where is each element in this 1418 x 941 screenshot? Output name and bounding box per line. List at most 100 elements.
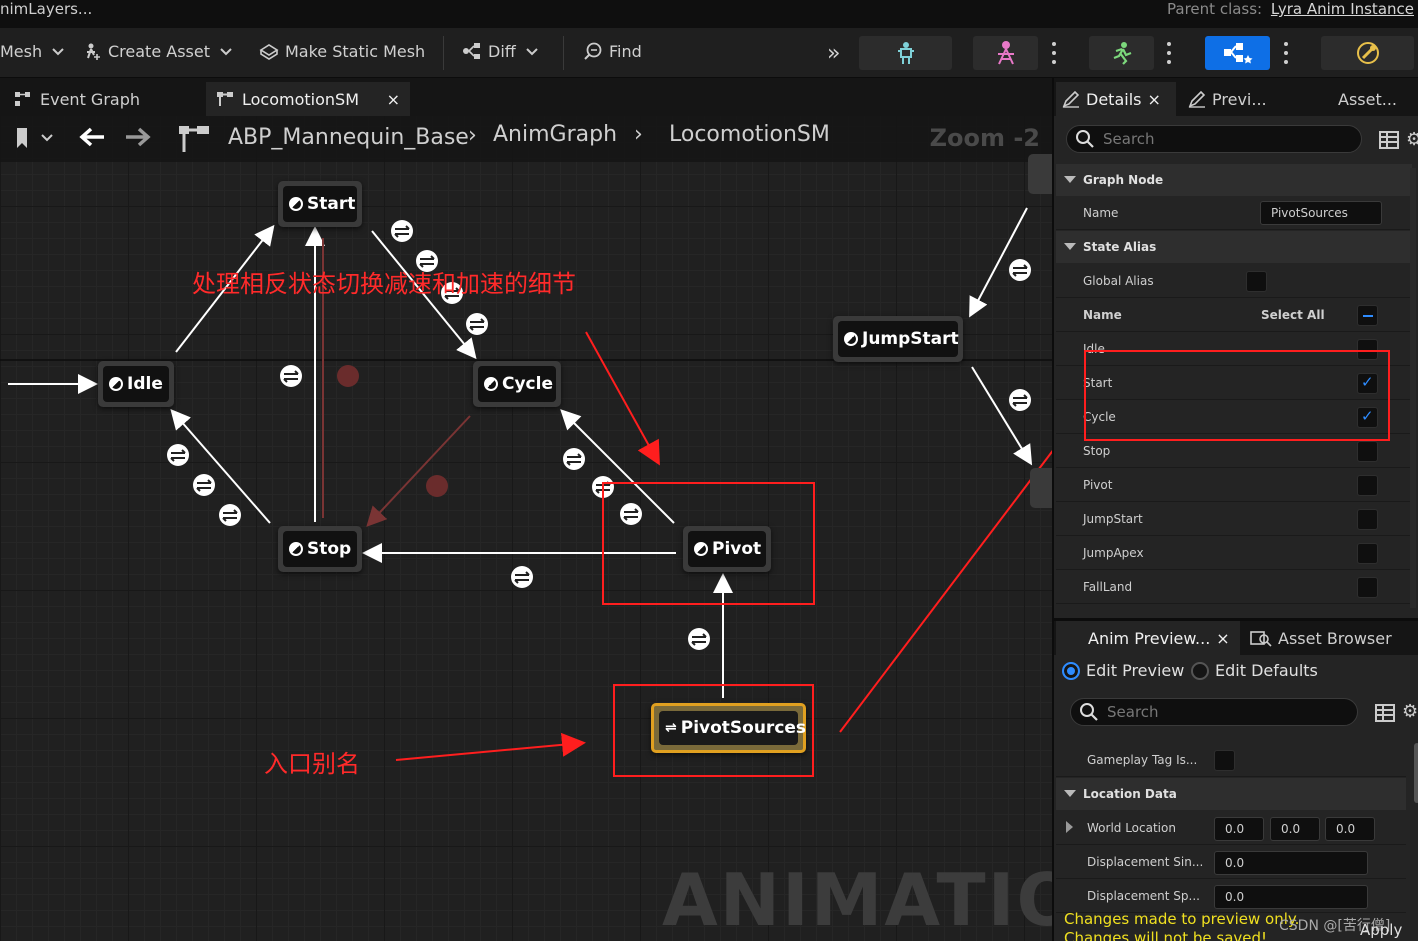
annotation-text-pivot: 处理相反状态切换减速和加速的细节 — [192, 270, 576, 298]
animation-mode-button[interactable] — [1089, 36, 1154, 70]
chevron-down-icon — [220, 48, 232, 56]
close-icon[interactable]: × — [1216, 629, 1229, 648]
state-node-jumpstart[interactable]: JumpStart — [833, 316, 963, 362]
search-icon — [1080, 703, 1098, 721]
anim-preview-scrollbar[interactable] — [1414, 743, 1418, 803]
tab-locomotionsm[interactable]: LocomotionSM × — [206, 82, 410, 116]
property-label: Gameplay Tag Is... — [1087, 753, 1198, 767]
create-asset-label: Create Asset — [108, 41, 210, 61]
state-alias-checkbox[interactable] — [1357, 577, 1378, 598]
tab-label: Asset... — [1338, 89, 1397, 109]
more-options-icon[interactable] — [1167, 42, 1171, 64]
property-label: Global Alias — [1083, 274, 1154, 288]
state-node-stop[interactable]: Stop — [278, 526, 362, 572]
search-icon — [1076, 130, 1094, 148]
parent-class-link[interactable]: Lyra Anim Instance — [1271, 0, 1414, 18]
anim-preview-search-input[interactable]: Search — [1070, 698, 1358, 726]
tab-label: LocomotionSM — [242, 89, 359, 109]
radio-label: Edit Preview — [1086, 661, 1185, 680]
section-location-data[interactable]: Location Data — [1056, 778, 1406, 810]
details-panel: Details × Previ... Asset... Search ⚙ Gra… — [1052, 78, 1418, 618]
select-all-checkbox[interactable] — [1357, 305, 1378, 326]
tab-details[interactable]: Details × — [1056, 82, 1176, 116]
state-alias-checkbox[interactable] — [1357, 509, 1378, 530]
state-alias-checkbox[interactable] — [1357, 543, 1378, 564]
annotation-text-alias: 入口别名 — [264, 750, 360, 778]
state-node-offscreen[interactable] — [1028, 154, 1052, 194]
chevron-down-icon — [526, 48, 538, 56]
close-icon[interactable]: × — [1147, 90, 1160, 109]
find-button[interactable]: Find — [583, 41, 642, 61]
search-placeholder: Search — [1107, 703, 1159, 721]
create-asset-button[interactable]: Create Asset — [82, 41, 236, 61]
blueprint-mode-button[interactable] — [1205, 36, 1270, 70]
blueprint-graph-icon — [1223, 43, 1252, 64]
section-state-alias[interactable]: State Alias — [1056, 231, 1412, 263]
table-view-icon[interactable] — [1375, 704, 1395, 722]
state-node-offscreen[interactable] — [1030, 468, 1052, 508]
breadcrumb-item[interactable]: ABP_Mannequin_Base — [228, 125, 469, 150]
section-graph-node[interactable]: Graph Node — [1056, 164, 1412, 196]
tab-asset-details[interactable]: Asset... — [1332, 82, 1403, 116]
details-scrollbar[interactable] — [1410, 168, 1416, 608]
details-search-input[interactable]: Search — [1066, 125, 1362, 153]
property-label: Name — [1083, 206, 1119, 220]
toolbar-divider — [563, 36, 564, 70]
annotation-box-checked-states — [1084, 350, 1390, 441]
gameplay-tag-checkbox[interactable] — [1214, 750, 1235, 771]
state-alias-checkbox[interactable] — [1357, 475, 1378, 496]
forward-arrow-icon[interactable] — [124, 125, 152, 155]
world-location-z-field[interactable]: 0.0 — [1325, 817, 1375, 841]
world-location-y-field[interactable]: 0.0 — [1270, 817, 1320, 841]
close-icon[interactable]: × — [387, 90, 400, 109]
create-asset-icon — [87, 43, 100, 60]
state-node-idle[interactable]: Idle — [98, 361, 174, 407]
zoom-level: Zoom -2 — [929, 124, 1040, 152]
tab-asset-browser[interactable]: Asset Browser — [1244, 621, 1398, 655]
chevron-down-icon — [52, 48, 64, 56]
anim-preview-panel: Anim Preview... × Asset Browser Edit Pre… — [1052, 618, 1418, 941]
table-view-icon[interactable] — [1379, 131, 1399, 149]
settings-gear-icon[interactable]: ⚙ — [1406, 129, 1418, 150]
tab-event-graph[interactable]: Event Graph — [4, 82, 150, 116]
more-options-icon[interactable] — [1284, 42, 1288, 64]
state-icon — [109, 377, 123, 391]
radio-button — [1191, 661, 1209, 680]
graph-editor[interactable]: Event Graph LocomotionSM × ABP_Mannequin… — [0, 78, 1052, 941]
back-arrow-icon[interactable] — [78, 125, 106, 155]
breadcrumb-item[interactable]: LocomotionSM — [669, 122, 830, 147]
apply-button[interactable]: Apply — [1360, 921, 1402, 939]
world-location-x-field[interactable]: 0.0 — [1214, 817, 1264, 841]
mesh-label: Mesh — [0, 41, 43, 61]
radio-button-selected — [1062, 661, 1080, 680]
physics-mode-button[interactable] — [1321, 36, 1414, 70]
settings-gear-icon[interactable]: ⚙ — [1402, 701, 1418, 722]
node-label: Start — [307, 194, 356, 214]
breadcrumb-item[interactable]: AnimGraph — [493, 122, 617, 147]
property-row-gameplay-tag: Gameplay Tag Is... — [1056, 743, 1406, 777]
mesh-mode-button[interactable] — [973, 36, 1038, 70]
diff-label: Diff — [488, 41, 516, 61]
tab-anim-preview-editor[interactable]: Anim Preview... × — [1056, 621, 1240, 655]
global-alias-checkbox[interactable] — [1246, 271, 1267, 292]
more-options-icon[interactable] — [1052, 42, 1056, 64]
mesh-menu[interactable]: Mesh — [0, 41, 68, 61]
displacement-speed-field[interactable]: 0.0 — [1214, 885, 1368, 909]
overflow-chevron-icon[interactable]: » — [827, 41, 840, 66]
state-icon — [484, 377, 498, 391]
state-alias-label: JumpApex — [1083, 546, 1144, 560]
radio-edit-preview[interactable]: Edit Preview — [1062, 661, 1184, 680]
expand-arrow-icon[interactable] — [1066, 821, 1073, 833]
displacement-since-field[interactable]: 0.0 — [1214, 851, 1368, 875]
skeleton-mode-button[interactable] — [859, 36, 952, 70]
radio-edit-defaults[interactable]: Edit Defaults — [1191, 661, 1318, 680]
diff-button[interactable]: Diff — [462, 41, 542, 61]
name-field[interactable]: PivotSources — [1260, 201, 1382, 225]
make-static-mesh-button[interactable]: Make Static Mesh — [259, 41, 425, 61]
state-alias-checkbox[interactable] — [1357, 441, 1378, 462]
pencil-icon — [1062, 90, 1080, 108]
state-node-start[interactable]: Start — [278, 181, 362, 227]
state-node-cycle[interactable]: Cycle — [473, 361, 561, 407]
bookmark-icon[interactable] — [14, 127, 54, 155]
tab-preview-settings[interactable]: Previ... — [1182, 82, 1273, 116]
